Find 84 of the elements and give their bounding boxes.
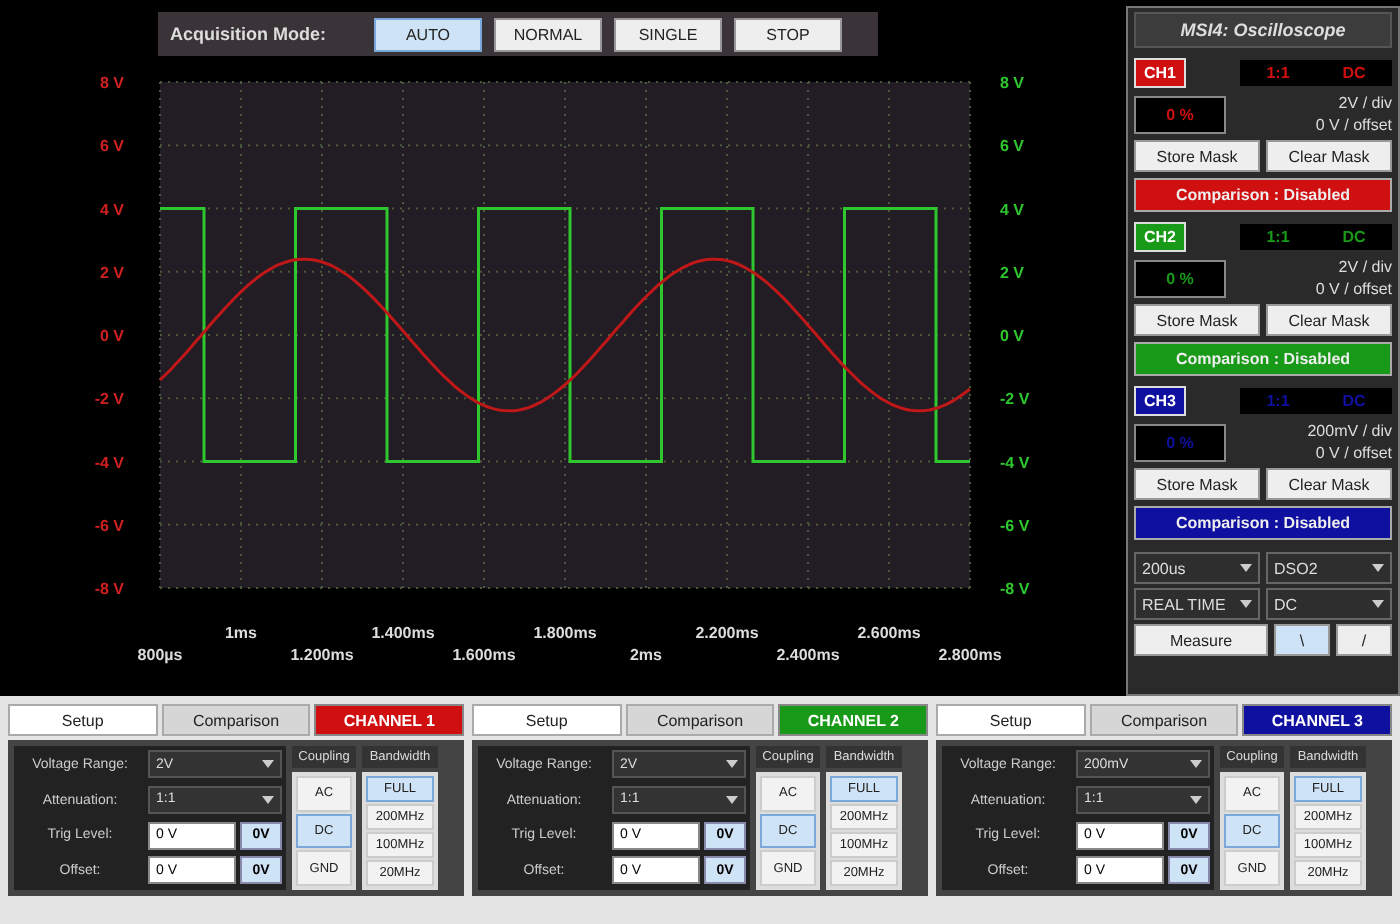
caret-icon (726, 795, 738, 804)
channel-status: 1:1 DC (1240, 388, 1392, 414)
match-percent: 0 % (1134, 259, 1226, 297)
mode-button[interactable]: AUTO (374, 17, 482, 51)
caret-icon (262, 760, 274, 768)
channel-title: CHANNEL 1 (314, 704, 465, 736)
match-percent: 0 % (1134, 95, 1226, 133)
voltage-label: 0 V (99, 327, 124, 345)
time-label: 2.800ms (938, 646, 1002, 664)
offset-text: 0 V / offset (1315, 116, 1392, 134)
voltage-label: -4 V (1000, 453, 1030, 472)
store-mask-button[interactable]: Store Mask (1134, 304, 1260, 336)
time-label: 1ms (225, 624, 257, 642)
caret-icon (1240, 600, 1252, 608)
panel-title: MSI4: Oscilloscope (1134, 12, 1392, 48)
voltage-label: -8 V (1000, 580, 1030, 598)
clear-mask-button[interactable]: Clear Mask (1266, 140, 1392, 172)
time-label: 1.800ms (533, 624, 597, 642)
slope-button[interactable]: / (1336, 624, 1392, 656)
voltage-label: 4 V (1000, 200, 1025, 219)
slope-button[interactable]: \ (1274, 624, 1330, 656)
voltage-label: 6 V (1000, 137, 1025, 156)
voltage-label: -4 V (94, 453, 124, 472)
voltage-label: -2 V (94, 390, 124, 409)
time-label: 1.400ms (371, 624, 435, 642)
panel-tab[interactable]: Comparison (625, 704, 775, 736)
dropdown[interactable]: REAL TIME (1134, 588, 1260, 620)
scale-text: 2V / div (1338, 258, 1392, 276)
dropdown[interactable]: DC (1266, 588, 1392, 620)
voltage-label: -2 V (1000, 390, 1030, 409)
caret-icon (1190, 795, 1202, 804)
panel-tab[interactable]: Setup (8, 704, 158, 736)
mode-button[interactable]: NORMAL (494, 17, 602, 51)
measure-button[interactable]: Measure (1134, 624, 1268, 656)
channel-badge[interactable]: CH1 (1134, 58, 1187, 88)
voltage-label: 2 V (1000, 263, 1025, 282)
panel-tab[interactable]: Setup (936, 704, 1086, 736)
time-label: 800µs (137, 646, 183, 664)
clear-mask-button[interactable]: Clear Mask (1266, 468, 1392, 500)
voltage-label: -8 V (94, 580, 124, 598)
scale-text: 200mV / div (1307, 422, 1392, 440)
mode-button[interactable]: STOP (734, 17, 842, 51)
mode-button[interactable]: SINGLE (614, 17, 722, 51)
voltage-label: 2 V (99, 263, 124, 282)
channel-status: 1:1 DC (1240, 224, 1392, 250)
channel-badge[interactable]: CH3 (1134, 386, 1187, 416)
channel-title: CHANNEL 2 (778, 704, 929, 736)
caret-icon (726, 760, 738, 768)
time-label: 2ms (630, 646, 662, 664)
acquisition-label: Acquisition Mode: (170, 24, 328, 44)
offset-text: 0 V / offset (1315, 444, 1392, 462)
caret-icon (262, 795, 274, 804)
store-mask-button[interactable]: Store Mask (1134, 468, 1260, 500)
caret-icon (1372, 564, 1384, 572)
time-label: 2.200ms (695, 624, 759, 642)
panel-tab[interactable]: Comparison (161, 704, 311, 736)
caret-icon (1190, 760, 1202, 768)
channel-status: 1:1 DC (1240, 60, 1392, 86)
offset-text: 0 V / offset (1315, 280, 1392, 298)
clear-mask-button[interactable]: Clear Mask (1266, 304, 1392, 336)
time-label: 2.400ms (776, 646, 840, 664)
caret-icon (1240, 564, 1252, 572)
comparison-status[interactable]: Comparison : Disabled (1134, 506, 1392, 540)
voltage-label: 8 V (99, 74, 124, 92)
voltage-label: 8 V (1000, 74, 1025, 92)
time-label: 1.200ms (290, 646, 354, 664)
panel-tab[interactable]: Setup (472, 704, 622, 736)
voltage-label: 6 V (99, 137, 124, 156)
channel-badge[interactable]: CH2 (1134, 222, 1187, 252)
voltage-label: 0 V (1000, 327, 1025, 345)
comparison-status[interactable]: Comparison : Disabled (1134, 178, 1392, 212)
caret-icon (1372, 600, 1384, 608)
time-label: 1.600ms (452, 646, 516, 664)
scale-text: 2V / div (1338, 94, 1392, 112)
dropdown[interactable]: DSO2 (1266, 552, 1392, 584)
voltage-label: -6 V (94, 516, 124, 535)
time-label: 2.600ms (857, 624, 921, 642)
voltage-label: 4 V (99, 200, 124, 219)
panel-tab[interactable]: Comparison (1089, 704, 1239, 736)
dropdown[interactable]: 200us (1134, 552, 1260, 584)
match-percent: 0 % (1134, 423, 1226, 461)
channel-title: CHANNEL 3 (1242, 704, 1393, 736)
store-mask-button[interactable]: Store Mask (1134, 140, 1260, 172)
voltage-label: -6 V (1000, 516, 1030, 535)
